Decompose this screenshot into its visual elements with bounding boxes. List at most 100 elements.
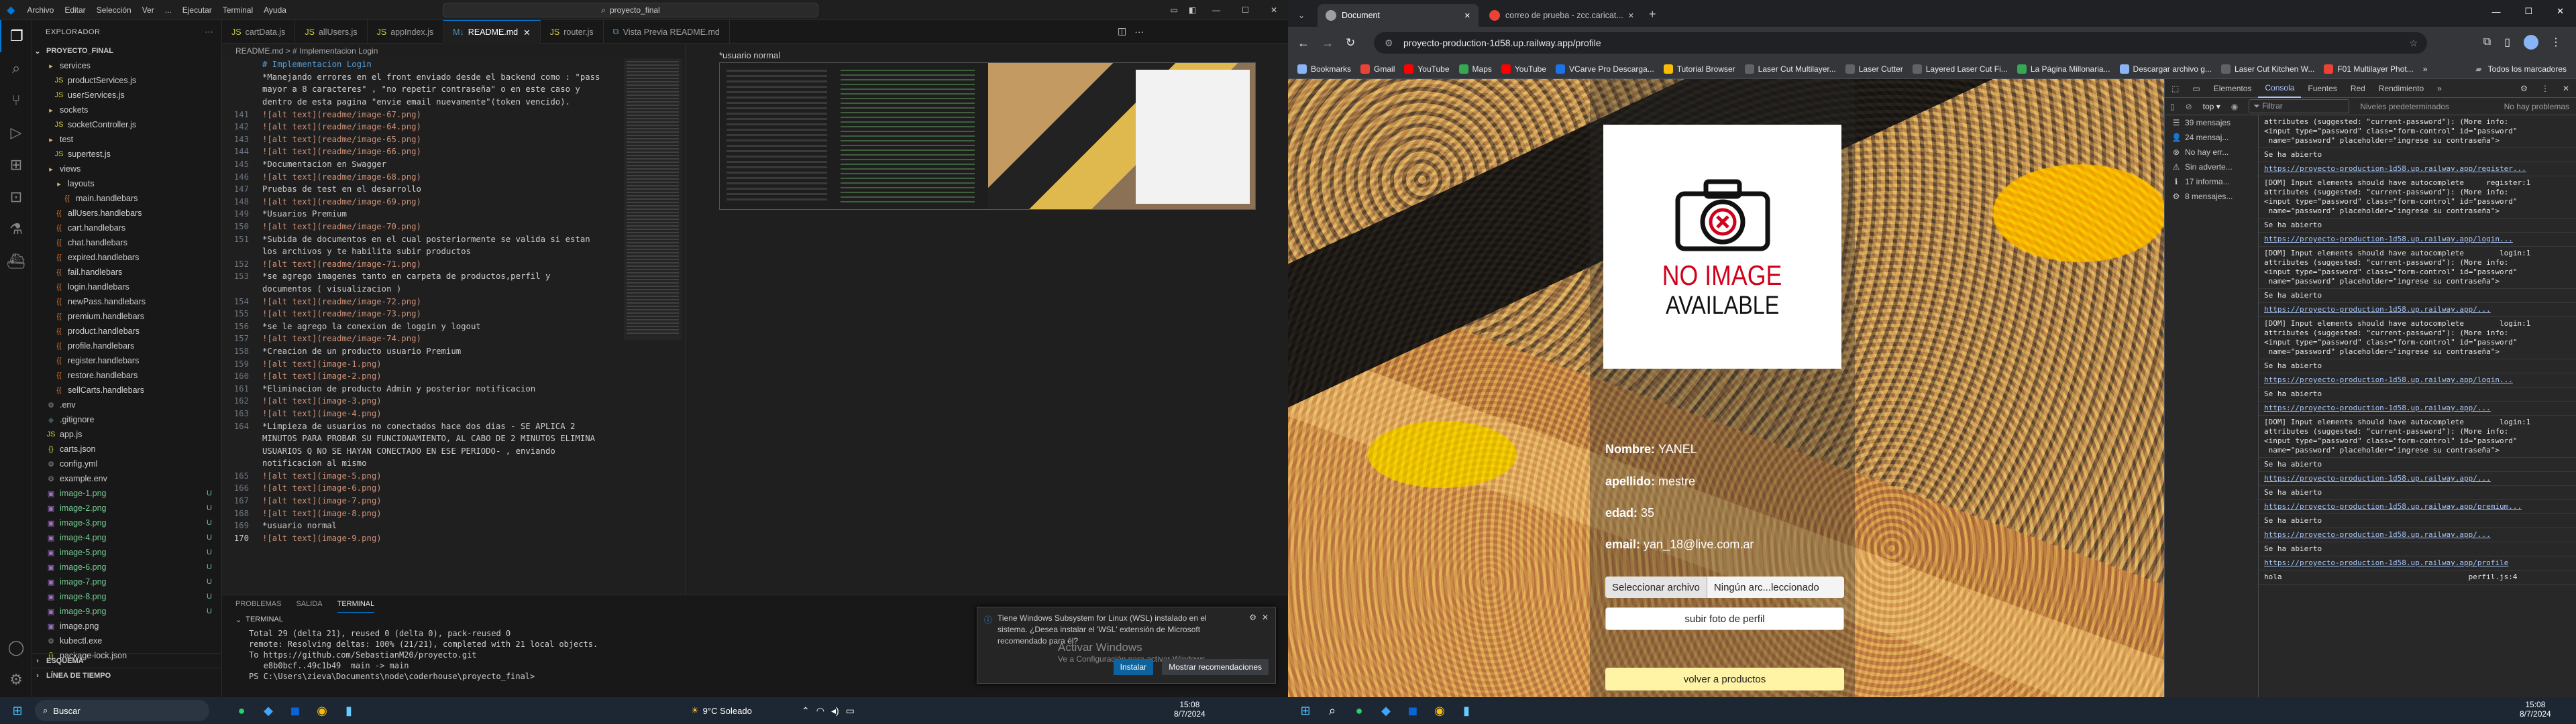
file-item[interactable]: ▣ image-8.png U <box>32 589 221 604</box>
speaker-icon[interactable]: ◂) <box>831 705 839 717</box>
breadcrumb[interactable]: README.md > # Implementacion Login <box>222 44 685 58</box>
chevron-up-icon[interactable]: ⌃ <box>802 705 810 717</box>
menu-item[interactable]: Editar <box>59 5 91 15</box>
file-item[interactable]: JS productServices.js <box>32 73 221 88</box>
file-item[interactable]: {} carts.json <box>32 442 221 457</box>
clock[interactable]: 15:08 8/7/2024 <box>2520 700 2551 719</box>
console-link[interactable]: https://proyecto-production-1d58.up.rail… <box>2264 530 2491 539</box>
more-bookmarks-icon[interactable]: » <box>2423 64 2428 74</box>
minimize-icon[interactable]: — <box>2479 7 2512 17</box>
file-item[interactable]: {{main.handlebars <box>32 191 221 206</box>
chrome-icon[interactable]: ◉ <box>1428 699 1452 723</box>
menu-dots-icon[interactable]: ⋮ <box>2534 84 2556 93</box>
device-toolbar-icon[interactable]: ▭ <box>2186 84 2206 93</box>
devtools-tab[interactable]: » <box>2430 84 2449 93</box>
upload-photo-button[interactable]: subir foto de perfil <box>1605 607 1844 630</box>
whatsapp-icon[interactable]: ● <box>229 699 254 723</box>
close-icon[interactable]: ✕ <box>1260 5 1288 15</box>
tab-search-icon[interactable]: ⌄ <box>1289 4 1313 27</box>
project-root[interactable]: ⌄ PROYECTO_FINAL <box>32 44 221 58</box>
reload-icon[interactable]: ↻ <box>1346 36 1355 50</box>
bookmark-item[interactable]: YouTube <box>1501 64 1546 74</box>
docker-icon[interactable]: ⛴ <box>0 245 32 278</box>
editor-tab[interactable]: ⧉ Vista Previa README.md <box>604 20 730 44</box>
console-filter-item[interactable]: ⊗ No hay err... <box>2165 145 2258 160</box>
browser-tab[interactable]: correo de prueba - zcc.caricat... ✕ <box>1481 4 1642 27</box>
levels-select[interactable]: Niveles predeterminados <box>2360 102 2449 111</box>
file-item[interactable]: {{product.handlebars <box>32 324 221 339</box>
maximize-icon[interactable]: ☐ <box>2512 6 2544 17</box>
file-item[interactable]: ▣ image-2.png U <box>32 501 221 516</box>
file-item[interactable]: ⚙ example.env <box>32 471 221 486</box>
menu-item[interactable]: Terminal <box>217 5 258 15</box>
back-icon[interactable]: ← <box>1297 36 1309 50</box>
tab-output[interactable]: SALIDA <box>296 596 322 612</box>
file-item[interactable]: ⚙ kubectl.exe <box>32 634 221 648</box>
console-filter-item[interactable]: ℹ 17 informa... <box>2165 174 2258 189</box>
editor-tab[interactable]: JS appIndex.js <box>368 20 444 44</box>
chrome-icon[interactable]: ◉ <box>310 699 334 723</box>
console-filter-item[interactable]: ⚙ 8 mensajes... <box>2165 189 2258 204</box>
new-tab-icon[interactable]: + <box>1649 7 1656 21</box>
console-link[interactable]: https://proyecto-production-1d58.up.rail… <box>2264 305 2491 314</box>
vscode-icon[interactable]: ◆ <box>256 699 280 723</box>
file-item[interactable]: ▣ image-4.png U <box>32 530 221 545</box>
console-link[interactable]: https://proyecto-production-1d58.up.rail… <box>2264 235 2513 243</box>
folder-item[interactable]: ▸ test <box>32 132 221 147</box>
file-item[interactable]: ⚙ config.yml <box>32 457 221 471</box>
folder-item[interactable]: ▸ services <box>32 58 221 73</box>
devtools-tab[interactable]: Consola <box>2258 79 2302 98</box>
address-bar[interactable]: ⚙ proyecto-production-1d58.up.railway.ap… <box>1374 32 2427 54</box>
console-link[interactable]: https://proyecto-production-1d58.up.rail… <box>2264 502 2522 511</box>
bookmark-item[interactable]: Laser Cutter <box>1845 64 1903 74</box>
windows-start-icon[interactable]: ⊞ <box>5 699 30 723</box>
bookmark-item[interactable]: Tutorial Browser <box>1663 64 1735 74</box>
eye-icon[interactable]: ◉ <box>2231 102 2238 111</box>
windows-start-icon[interactable]: ⊞ <box>1293 699 1318 723</box>
file-item[interactable]: {{fail.handlebars <box>32 265 221 280</box>
profile-avatar[interactable] <box>2524 35 2538 50</box>
console-link[interactable]: https://proyecto-production-1d58.up.rail… <box>2264 474 2491 483</box>
show-recommendations-button[interactable]: Mostrar recomendaciones <box>1162 659 1269 675</box>
battery-icon[interactable]: ▭ <box>846 705 855 717</box>
bookmark-item[interactable]: Descargar archivo g... <box>2119 64 2212 74</box>
account-icon[interactable]: ◯ <box>0 631 32 664</box>
settings-gear-icon[interactable]: ⚙ <box>2514 84 2534 93</box>
file-item[interactable]: ▣ image-1.png U <box>32 486 221 501</box>
weather-widget[interactable]: ☀ 9°C Soleado <box>691 697 752 724</box>
console-link[interactable]: https://proyecto-production-1d58.up.rail… <box>2264 404 2491 412</box>
editor-tab[interactable]: JS allUsers.js <box>295 20 368 44</box>
bookmark-item[interactable]: La Página Millonaria... <box>2017 64 2110 74</box>
close-icon[interactable]: ✕ <box>2556 84 2576 93</box>
browser-tab[interactable]: Document ✕ <box>1318 4 1479 27</box>
editor-tab[interactable]: M↓ README.md ✕ <box>443 20 541 44</box>
file-item[interactable]: ▣ image.png <box>32 619 221 634</box>
minimap[interactable] <box>624 58 682 340</box>
file-item[interactable]: {{register.handlebars <box>32 353 221 368</box>
close-icon[interactable]: ✕ <box>2544 6 2576 17</box>
sidepanel-icon[interactable]: ▯ <box>2504 36 2510 49</box>
menu-dots-icon[interactable]: ⋮ <box>2551 36 2561 49</box>
devtools-tab[interactable]: Fuentes <box>2301 84 2343 93</box>
menu-item[interactable]: Archivo <box>21 5 59 15</box>
devtools-tab[interactable]: Red <box>2344 84 2372 93</box>
close-icon[interactable]: ✕ <box>1628 11 1634 20</box>
menu-item[interactable]: Ejecutar <box>177 5 217 15</box>
folder-item[interactable]: ▸ views <box>32 162 221 176</box>
menu-item[interactable]: Ayuda <box>258 5 292 15</box>
vscode-icon[interactable]: ◆ <box>1374 699 1398 723</box>
all-bookmarks-folder[interactable]: ▰ Todos los marcadores <box>2475 64 2567 74</box>
whatsapp-icon[interactable]: ● <box>1347 699 1371 723</box>
outlook-icon[interactable]: ◼ <box>1401 699 1425 723</box>
choose-file-button[interactable]: Seleccionar archivo <box>1605 577 1707 598</box>
install-button[interactable]: Instalar <box>1113 659 1153 675</box>
file-item[interactable]: ⚙ .env <box>32 398 221 412</box>
forward-icon[interactable]: → <box>1322 36 1334 50</box>
layout-icon[interactable]: ▭ <box>1165 5 1183 15</box>
file-item[interactable]: ▣ image-6.png U <box>32 560 221 575</box>
file-item[interactable]: ▣ image-9.png U <box>32 604 221 619</box>
folder-item[interactable]: ▸ layouts <box>32 176 221 191</box>
file-item[interactable]: JS app.js <box>32 427 221 442</box>
run-debug-icon[interactable]: ▷ <box>0 117 32 149</box>
search-icon[interactable]: ⌕ <box>0 52 32 84</box>
